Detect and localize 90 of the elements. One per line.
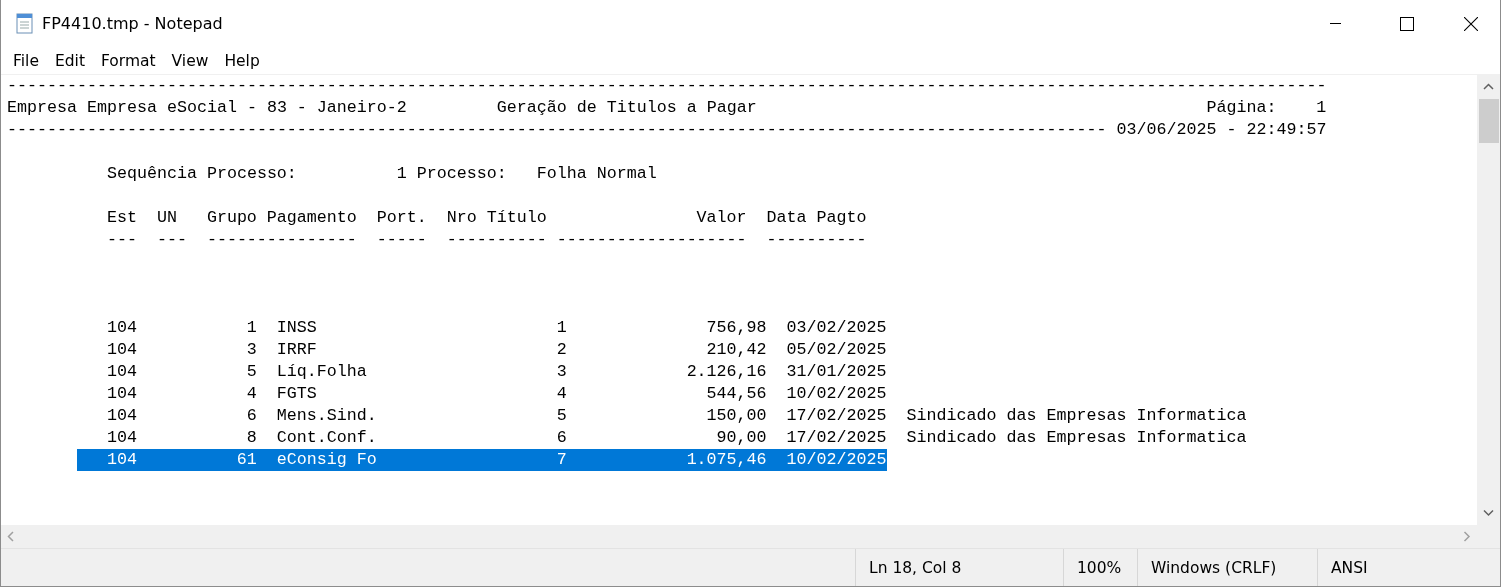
table-cell: 5: [246, 362, 257, 381]
scroll-left-icon[interactable]: [7, 531, 15, 542]
column-rule: ----------: [446, 230, 547, 249]
column-header: Est: [106, 208, 137, 227]
menu-item[interactable]: Help: [216, 49, 268, 72]
table-cell: Mens.Sind.: [276, 406, 377, 425]
page-number: 1: [1316, 98, 1327, 117]
zoom-level: 100%: [1077, 558, 1122, 577]
table-cell: 03/02/2025: [786, 318, 887, 337]
line-ending: Windows (CRLF): [1151, 558, 1277, 577]
table-cell: 4: [246, 384, 257, 403]
table-cell: Cont.Conf.: [276, 428, 377, 447]
menu-item[interactable]: Edit: [46, 49, 93, 72]
table-cell: 150,00: [706, 406, 767, 425]
column-header: UN: [156, 208, 177, 227]
process-label: Processo:: [416, 164, 507, 183]
table-cell: 17/02/2025: [786, 428, 887, 447]
column-header: Valor: [696, 208, 747, 227]
table-cell: 104: [106, 362, 137, 381]
column-header: Grupo Pagamento: [206, 208, 357, 227]
menu-item[interactable]: View: [163, 49, 217, 72]
table-cell: 10/02/2025: [786, 384, 887, 403]
table-cell: 5: [556, 406, 567, 425]
table-cell: 7: [556, 450, 567, 469]
column-rule: ----------: [766, 230, 867, 249]
table-cell: 3: [246, 340, 257, 359]
page-label: Página:: [1206, 98, 1277, 117]
table-cell: 210,42: [706, 340, 767, 359]
table-cell: INSS: [276, 318, 317, 337]
menu-item[interactable]: File: [5, 49, 47, 72]
table-cell: FGTS: [276, 384, 317, 403]
table-cell: 17/02/2025: [786, 406, 887, 425]
table-cell: 61: [236, 450, 257, 469]
table-cell: Sindicado das Empresas Informatica: [906, 428, 1247, 447]
table-cell: 3: [556, 362, 567, 381]
dashed-rule: ------------------------------------------------------------------------------------------------------------------------------------: [7, 76, 1327, 95]
table-cell: IRRF: [276, 340, 317, 359]
report-title: Geração de Titulos a Pagar: [496, 98, 757, 117]
scroll-up-icon[interactable]: [1483, 83, 1494, 91]
sequence-value: 1: [396, 164, 407, 183]
close-icon: [1464, 16, 1478, 31]
table-cell: 104: [106, 340, 137, 359]
table-cell: 2: [556, 340, 567, 359]
vertical-scrollbar[interactable]: [1477, 75, 1500, 525]
horizontal-scrollbar[interactable]: [1, 525, 1477, 548]
table-cell: 90,00: [716, 428, 767, 447]
dashed-rule: --------------------------------------------------------------------------------------------------------------: [7, 120, 1107, 139]
column-rule: ---: [106, 230, 137, 249]
column-rule: -------------------: [556, 230, 747, 249]
process-value: Folha Normal: [536, 164, 657, 183]
table-cell: 4: [556, 384, 567, 403]
column-rule: ---: [156, 230, 187, 249]
table-cell: 104: [106, 450, 137, 469]
table-cell: 8: [246, 428, 257, 447]
table-cell: Líq.Folha: [276, 362, 367, 381]
column-rule: -----: [376, 230, 427, 249]
table-cell: 10/02/2025: [786, 450, 887, 469]
report-company: Empresa Empresa eSocial - 83 - Janeiro-2: [7, 98, 407, 117]
scroll-right-icon[interactable]: [1463, 531, 1471, 542]
table-cell: 1: [556, 318, 567, 337]
table-cell: 1: [246, 318, 257, 337]
column-header: Port.: [376, 208, 427, 227]
cursor-position: Ln 18, Col 8: [869, 558, 962, 577]
table-cell: 6: [556, 428, 567, 447]
table-cell: 756,98: [706, 318, 767, 337]
maximize-icon: [1399, 16, 1414, 31]
table-cell: 31/01/2025: [786, 362, 887, 381]
table-cell: 6: [246, 406, 257, 425]
sequence-label: Sequência Processo:: [106, 164, 297, 183]
report-timestamp: 03/06/2025 - 22:49:57: [1116, 120, 1327, 139]
table-cell: 104: [106, 384, 137, 403]
table-cell: eConsig Fo: [276, 450, 377, 469]
menu-item[interactable]: Format: [92, 49, 164, 72]
table-cell: 2.126,16: [686, 362, 767, 381]
table-cell: Sindicado das Empresas Informatica: [906, 406, 1247, 425]
selected-row[interactable]: 104 61 eConsig Fo 7 1.075,46 10/02/2025: [76, 449, 887, 471]
table-cell: 544,56: [706, 384, 767, 403]
table-cell: 104: [106, 428, 137, 447]
column-rule: ---------------: [206, 230, 357, 249]
table-cell: 104: [106, 406, 137, 425]
window-title: FP4410.tmp - Notepad: [42, 14, 224, 33]
column-header: Nro Título: [446, 208, 547, 227]
table-cell: 104: [106, 318, 137, 337]
table-cell: 05/02/2025: [786, 340, 887, 359]
table-cell: 1.075,46: [686, 450, 767, 469]
column-header: Data Pagto: [766, 208, 867, 227]
encoding: ANSI: [1331, 558, 1368, 577]
scroll-down-icon[interactable]: [1483, 509, 1494, 517]
scrollbar-thumb[interactable]: [1478, 99, 1499, 143]
notepad-icon: [14, 12, 35, 35]
